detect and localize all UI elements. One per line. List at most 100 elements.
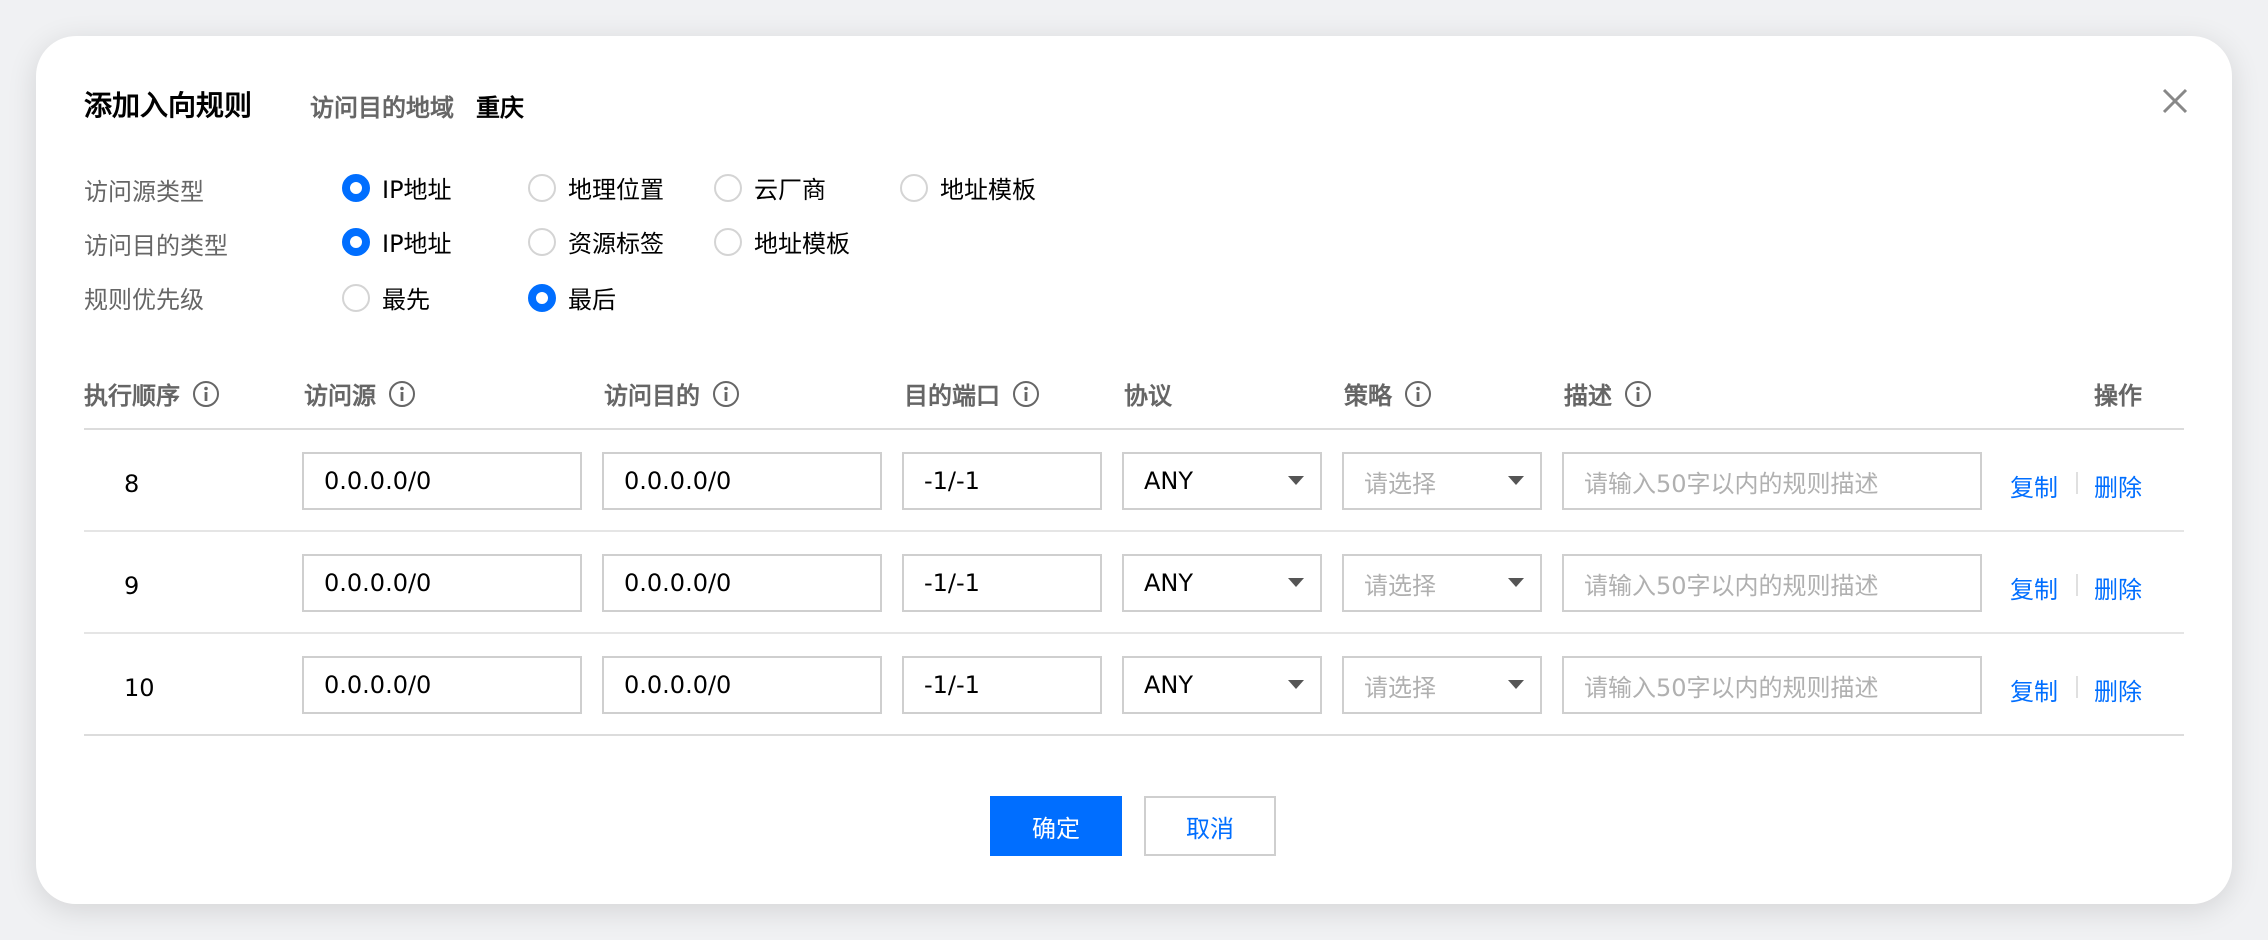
dest-input[interactable]: 0.0.0.0/0	[602, 452, 882, 510]
info-icon[interactable]	[1404, 380, 1432, 408]
col-header-policy: 策略	[1344, 376, 1432, 411]
info-icon[interactable]	[1012, 380, 1040, 408]
info-icon[interactable]	[388, 380, 416, 408]
link-separator	[2076, 574, 2078, 596]
radio-priority-last[interactable]: 最后	[528, 280, 616, 315]
protocol-value: ANY	[1144, 671, 1194, 699]
col-header-label: 访问源	[304, 382, 376, 410]
radio-label: 最后	[568, 286, 616, 314]
col-header-protocol: 协议	[1124, 376, 1172, 411]
chevron-down-icon	[1288, 680, 1304, 689]
col-header-label: 执行顺序	[84, 382, 180, 410]
radio-source-ip[interactable]: IP地址	[342, 170, 452, 205]
radio-label: 最先	[382, 286, 430, 314]
cancel-button[interactable]: 取消	[1144, 796, 1276, 856]
chevron-down-icon	[1288, 476, 1304, 485]
col-header-dest: 访问目的	[604, 376, 740, 411]
policy-placeholder: 请选择	[1364, 469, 1436, 498]
source-type-label: 访问源类型	[84, 178, 204, 206]
copy-link[interactable]: 复制	[2010, 468, 2058, 503]
col-header-desc: 描述	[1564, 376, 1652, 411]
row-divider	[84, 530, 2184, 532]
radio-label: 地址模板	[940, 176, 1036, 204]
chevron-down-icon	[1508, 680, 1524, 689]
col-header-label: 访问目的	[604, 382, 700, 410]
radio-dest-template[interactable]: 地址模板	[714, 224, 850, 259]
policy-select[interactable]: 请选择	[1342, 656, 1542, 714]
close-icon[interactable]	[2158, 84, 2192, 118]
row-divider	[84, 632, 2184, 634]
description-input[interactable]: 请输入50字以内的规则描述	[1562, 452, 1982, 510]
col-header-label: 目的端口	[904, 382, 1000, 410]
protocol-select[interactable]: ANY	[1122, 656, 1322, 714]
add-inbound-rule-dialog: 添加入向规则 访问目的地域 重庆 访问源类型 IP地址 地理位置 云厂商 地址模…	[36, 36, 2232, 904]
protocol-select[interactable]: ANY	[1122, 452, 1322, 510]
radio-unchecked-icon	[714, 227, 742, 256]
info-icon[interactable]	[712, 380, 740, 408]
dest-input[interactable]: 0.0.0.0/0	[602, 656, 882, 714]
radio-label: 地址模板	[754, 230, 850, 258]
col-header-label: 描述	[1564, 382, 1612, 410]
radio-unchecked-icon	[528, 173, 556, 202]
confirm-button[interactable]: 确定	[990, 796, 1122, 856]
radio-unchecked-icon	[342, 283, 370, 312]
chevron-down-icon	[1288, 578, 1304, 587]
port-input[interactable]: -1/-1	[902, 656, 1102, 714]
policy-placeholder: 请选择	[1364, 673, 1436, 702]
info-icon[interactable]	[1624, 380, 1652, 408]
info-icon[interactable]	[192, 380, 220, 408]
copy-link[interactable]: 复制	[2010, 570, 2058, 605]
table-header-divider	[84, 428, 2184, 430]
radio-label: 地理位置	[568, 176, 664, 204]
chevron-down-icon	[1508, 578, 1524, 587]
delete-link[interactable]: 删除	[2094, 468, 2142, 503]
radio-unchecked-icon	[900, 173, 928, 202]
radio-label: IP地址	[382, 230, 452, 258]
col-header-label: 协议	[1124, 382, 1172, 410]
col-header-source: 访问源	[304, 376, 416, 411]
delete-link[interactable]: 删除	[2094, 570, 2142, 605]
radio-dest-ip[interactable]: IP地址	[342, 224, 452, 259]
col-header-port: 目的端口	[904, 376, 1040, 411]
row-order: 10	[124, 674, 155, 702]
row-order: 8	[124, 470, 140, 498]
priority-label: 规则优先级	[84, 286, 204, 314]
radio-source-template[interactable]: 地址模板	[900, 170, 1036, 205]
source-input[interactable]: 0.0.0.0/0	[302, 452, 582, 510]
protocol-value: ANY	[1144, 467, 1194, 495]
chevron-down-icon	[1508, 476, 1524, 485]
radio-checked-icon	[342, 173, 370, 202]
radio-label: 云厂商	[754, 176, 826, 204]
protocol-select[interactable]: ANY	[1122, 554, 1322, 612]
table-bottom-divider	[84, 734, 2184, 736]
region-value: 重庆	[476, 94, 524, 122]
dest-input[interactable]: 0.0.0.0/0	[602, 554, 882, 612]
policy-select[interactable]: 请选择	[1342, 554, 1542, 612]
radio-label: 资源标签	[568, 230, 664, 258]
radio-checked-icon	[528, 283, 556, 312]
radio-priority-first[interactable]: 最先	[342, 280, 430, 315]
radio-source-cloud[interactable]: 云厂商	[714, 170, 826, 205]
source-input[interactable]: 0.0.0.0/0	[302, 554, 582, 612]
radio-dest-tag[interactable]: 资源标签	[528, 224, 664, 259]
radio-unchecked-icon	[528, 227, 556, 256]
description-input[interactable]: 请输入50字以内的规则描述	[1562, 656, 1982, 714]
copy-link[interactable]: 复制	[2010, 672, 2058, 707]
col-header-ops: 操作	[2094, 376, 2142, 411]
port-input[interactable]: -1/-1	[902, 452, 1102, 510]
radio-checked-icon	[342, 227, 370, 256]
delete-link[interactable]: 删除	[2094, 672, 2142, 707]
policy-select[interactable]: 请选择	[1342, 452, 1542, 510]
protocol-value: ANY	[1144, 569, 1194, 597]
col-header-label: 操作	[2094, 382, 2142, 410]
link-separator	[2076, 472, 2078, 494]
radio-source-geo[interactable]: 地理位置	[528, 170, 664, 205]
link-separator	[2076, 676, 2078, 698]
port-input[interactable]: -1/-1	[902, 554, 1102, 612]
dialog-title: 添加入向规则	[84, 89, 253, 122]
description-input[interactable]: 请输入50字以内的规则描述	[1562, 554, 1982, 612]
dest-type-label: 访问目的类型	[84, 232, 228, 260]
policy-placeholder: 请选择	[1364, 571, 1436, 600]
row-order: 9	[124, 572, 140, 600]
source-input[interactable]: 0.0.0.0/0	[302, 656, 582, 714]
